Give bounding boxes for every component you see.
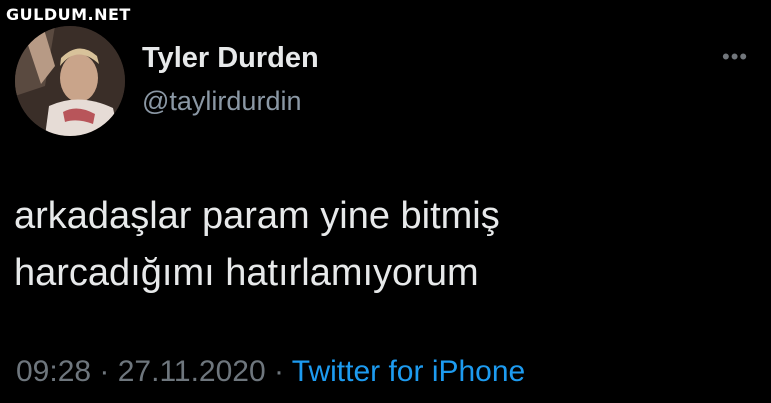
avatar[interactable] — [15, 26, 125, 136]
author-name[interactable]: Tyler Durden — [142, 42, 319, 75]
tweet-line: harcadığımı hatırlamıyorum — [14, 252, 479, 294]
tweet-date[interactable]: 27.11.2020 — [118, 355, 266, 388]
tweet-meta: 09:28 · 27.11.2020 · Twitter for iPhone — [16, 355, 525, 389]
tweet-line: arkadaşlar param yine bitmiş — [14, 195, 500, 237]
meta-separator: · — [91, 355, 118, 388]
watermark: GULDUM.NET — [6, 5, 131, 24]
profile-photo-icon — [15, 26, 125, 136]
author-handle[interactable]: @taylirdurdin — [142, 86, 301, 117]
meta-separator: · — [265, 355, 292, 388]
more-options-icon[interactable]: ••• — [722, 44, 748, 70]
tweet-source-link[interactable]: Twitter for iPhone — [292, 355, 525, 388]
tweet-time[interactable]: 09:28 — [16, 355, 91, 388]
tweet-text: arkadaşlar param yine bitmiş harcadığımı… — [14, 188, 754, 302]
